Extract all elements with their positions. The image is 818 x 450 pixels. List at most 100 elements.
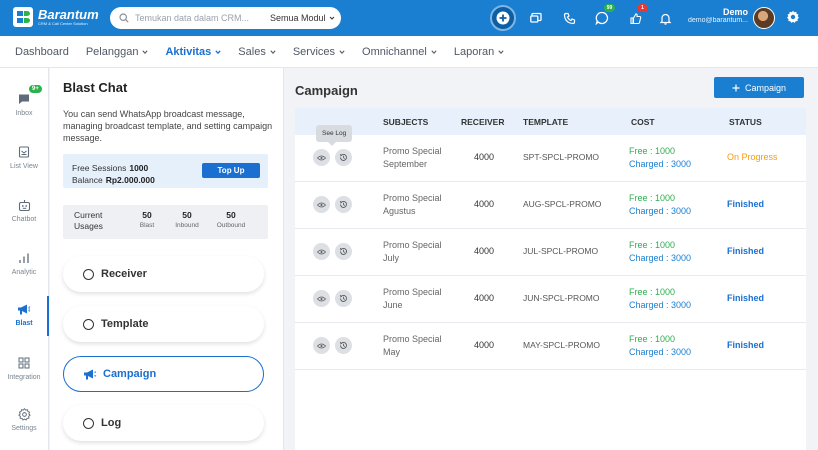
list-view-icon xyxy=(18,146,30,158)
menu-template[interactable]: Template xyxy=(63,306,264,342)
col-template: TEMPLATE xyxy=(523,117,569,127)
usage-inbound: 50 Inbound xyxy=(169,210,205,229)
view-button[interactable] xyxy=(313,243,330,260)
global-search[interactable]: Temukan data dalam CRM... Semua Modul xyxy=(110,7,341,29)
usage-type: Blast xyxy=(139,222,155,229)
cell-receiver: 4000 xyxy=(474,199,495,209)
megaphone-icon xyxy=(84,369,97,379)
cell-receiver: 4000 xyxy=(474,293,495,303)
activity-button[interactable]: 1 xyxy=(623,4,648,30)
add-campaign-label: Campaign xyxy=(744,82,787,93)
user-menu[interactable]: Demo demo@barantum... xyxy=(686,7,748,24)
rail-label: Chatbot xyxy=(11,216,37,223)
menu-receiver[interactable]: Receiver xyxy=(63,256,264,292)
menu-label: Log xyxy=(101,417,122,429)
chevron-down-icon xyxy=(431,49,437,54)
rail-item-chatbot[interactable]: Chatbot xyxy=(0,194,48,234)
plus-icon xyxy=(496,11,510,25)
usage-blast: 50 Blast xyxy=(129,210,165,229)
panel-title: Blast Chat xyxy=(63,80,128,95)
nav-label: Dashboard xyxy=(15,45,69,58)
nav-label: Laporan xyxy=(453,45,495,58)
left-rail: 9+ Inbox List View Chatbot Analytic Blas… xyxy=(0,68,49,450)
rail-item-settings[interactable]: Settings xyxy=(0,403,48,443)
see-log-button[interactable] xyxy=(335,196,352,213)
cost-free: Free : 1000 xyxy=(629,240,676,250)
whatsapp-button[interactable]: 99 xyxy=(590,4,615,30)
table-header: SUBJECTS RECEIVER TEMPLATE COST STATUS xyxy=(295,108,806,135)
avatar[interactable] xyxy=(753,7,775,29)
nav-omnichannel[interactable]: Omnichannel xyxy=(362,46,437,58)
cell-receiver: 4000 xyxy=(474,152,495,162)
cell-subject: Promo Special May xyxy=(383,333,453,359)
see-log-button[interactable] xyxy=(335,290,352,307)
notification-button[interactable] xyxy=(653,6,677,30)
chat-icon xyxy=(529,12,542,23)
call-button[interactable] xyxy=(557,6,581,30)
bell-icon xyxy=(659,13,671,25)
subject-line: Promo Special xyxy=(383,193,442,203)
add-campaign-button[interactable]: Campaign xyxy=(714,77,804,98)
menu-campaign[interactable]: Campaign xyxy=(63,356,264,392)
status-badge: Finished xyxy=(727,246,765,256)
usage-type: Outbound xyxy=(216,222,246,229)
history-icon xyxy=(339,247,347,255)
rail-label: Integration xyxy=(7,374,41,381)
inbox-icon xyxy=(19,94,29,104)
logo[interactable]: Barantum CRM & Call Center Solution xyxy=(13,7,99,27)
quick-add-button[interactable] xyxy=(490,5,516,31)
rail-item-inbox[interactable]: 9+ Inbox xyxy=(0,84,48,128)
rail-item-list-view[interactable]: List View xyxy=(0,141,48,181)
rail-label: List View xyxy=(10,163,38,170)
view-button[interactable] xyxy=(313,196,330,213)
table-row: Promo Special Agustus 4000 AUG-SPCL-PROMO… xyxy=(295,182,806,229)
menu-log[interactable]: Log xyxy=(63,405,264,441)
rail-item-analytic[interactable]: Analytic xyxy=(0,247,48,287)
cell-cost: Free : 1000 Charged : 3000 xyxy=(629,239,691,265)
usage-value: 50 xyxy=(182,210,192,220)
nav-pelanggan[interactable]: Pelanggan xyxy=(86,46,149,58)
view-button[interactable] xyxy=(313,337,330,354)
cell-subject: Promo Special Agustus xyxy=(383,192,453,218)
see-log-button[interactable] xyxy=(335,243,352,260)
inbox-badge: 9+ xyxy=(28,84,43,94)
subject-line: June xyxy=(383,300,403,310)
history-icon xyxy=(339,200,347,208)
nav-laporan[interactable]: Laporan xyxy=(454,46,504,58)
menu-label: Template xyxy=(101,318,149,330)
nav-services[interactable]: Services xyxy=(293,46,345,58)
menu-label: Receiver xyxy=(101,268,147,280)
eye-icon xyxy=(317,296,326,301)
view-button[interactable] xyxy=(313,290,330,307)
see-log-button[interactable] xyxy=(335,149,352,166)
status-badge: Finished xyxy=(727,199,765,209)
chevron-down-icon xyxy=(270,49,276,54)
chat-button[interactable] xyxy=(524,6,548,30)
integration-icon xyxy=(18,357,30,369)
chatbot-icon xyxy=(18,199,30,211)
usage-outbound: 50 Outbound xyxy=(213,210,249,229)
settings-gear-icon[interactable] xyxy=(786,10,800,24)
see-log-button[interactable] xyxy=(335,337,352,354)
cell-receiver: 4000 xyxy=(474,340,495,350)
status-badge: On Progress xyxy=(727,152,778,162)
search-module-select[interactable]: Semua Modul xyxy=(270,13,335,23)
current-usage-card: Current Usages 50 Blast 50 Inbound 50 Ou… xyxy=(63,205,268,239)
rail-item-blast[interactable]: Blast xyxy=(0,296,49,338)
nav-sales[interactable]: Sales xyxy=(238,46,276,58)
cost-charged: Charged : 3000 xyxy=(629,300,692,310)
view-button[interactable] xyxy=(313,149,330,166)
cell-subject: Promo Special September xyxy=(383,145,453,171)
radio-circle-icon xyxy=(83,268,94,280)
usage-value: 50 xyxy=(142,210,152,220)
search-input[interactable]: Temukan data dalam CRM... xyxy=(135,13,270,23)
balance-label: Balance xyxy=(72,175,103,185)
nav-aktivitas[interactable]: Aktivitas xyxy=(165,46,221,58)
nav-dashboard[interactable]: Dashboard xyxy=(15,46,69,58)
search-module-label: Semua Modul xyxy=(270,13,326,23)
eye-icon xyxy=(317,202,326,207)
rail-item-integration[interactable]: Integration xyxy=(0,352,48,392)
topup-button[interactable]: Top Up xyxy=(202,163,260,178)
cell-subject: Promo Special July xyxy=(383,239,453,265)
table-row: Promo Special June 4000 JUN-SPCL-PROMO Fr… xyxy=(295,276,806,323)
